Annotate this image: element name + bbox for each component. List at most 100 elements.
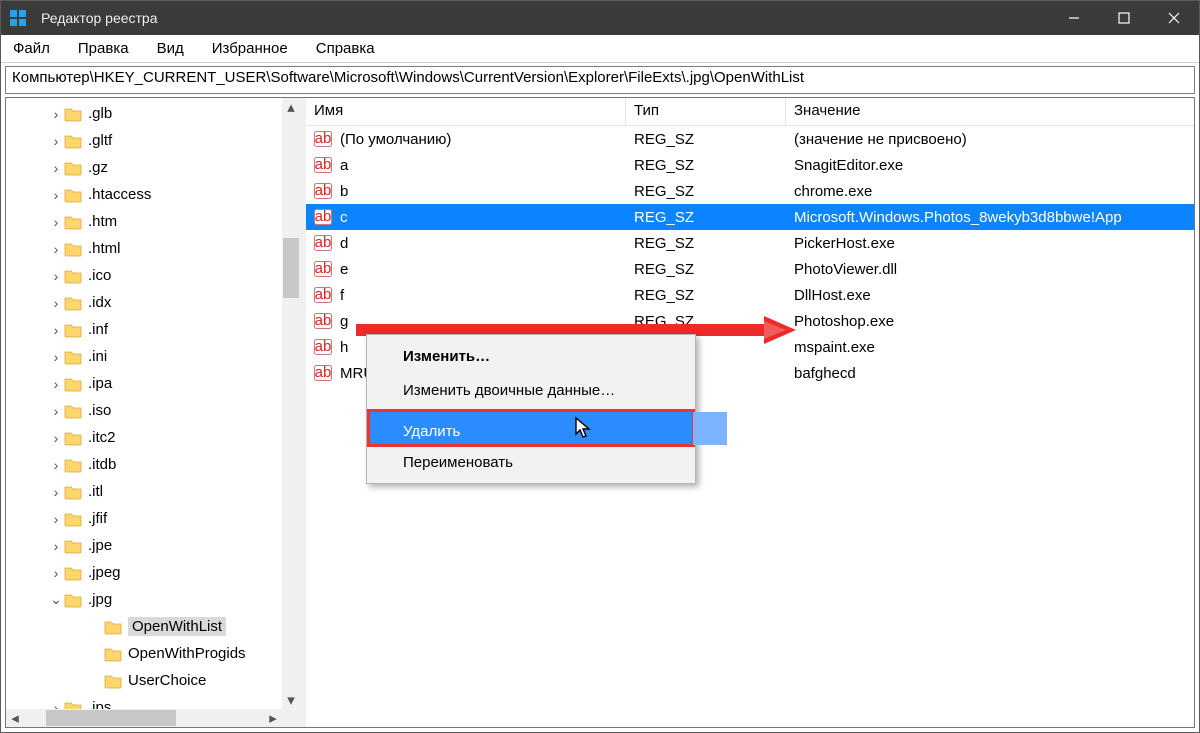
address-bar[interactable]: Компьютер\HKEY_CURRENT_USER\Software\Mic…: [5, 66, 1195, 94]
tree-item[interactable]: UserChoice: [6, 667, 282, 694]
minimize-button[interactable]: [1049, 1, 1099, 35]
svg-text:ab: ab: [315, 183, 332, 199]
chevron-right-icon[interactable]: ›: [48, 700, 64, 710]
value-row[interactable]: abcREG_SZMicrosoft.Windows.Photos_8wekyb…: [306, 204, 1194, 230]
chevron-right-icon[interactable]: ›: [48, 133, 64, 149]
menubar: Файл Правка Вид Избранное Справка: [1, 35, 1199, 63]
chevron-right-icon[interactable]: ›: [48, 160, 64, 176]
value-name: f: [340, 287, 344, 304]
tree-item[interactable]: ›.ipa: [6, 370, 282, 397]
scroll-left-icon[interactable]: ◂: [6, 709, 24, 727]
value-row[interactable]: abgREG_SZPhotoshop.exe: [306, 308, 1194, 334]
tree-item[interactable]: OpenWithList: [6, 613, 282, 640]
folder-icon: [64, 376, 82, 392]
tree-item[interactable]: › .jpe: [6, 532, 282, 559]
chevron-right-icon[interactable]: ›: [48, 565, 64, 581]
chevron-right-icon[interactable]: ›: [48, 187, 64, 203]
tree-item-label: .ico: [88, 267, 111, 284]
folder-icon: [64, 484, 82, 500]
tree-item[interactable]: ⌄.jpg: [6, 586, 282, 613]
tree-item[interactable]: ›.jps: [6, 694, 282, 709]
string-value-icon: ab: [314, 339, 332, 355]
tree-item[interactable]: ›.gz: [6, 154, 282, 181]
tree-panel: ›.glb›.gltf›.gz›.htaccess›.htm›.html›.ic…: [6, 98, 300, 727]
tree-item[interactable]: › .html: [6, 235, 282, 262]
chevron-right-icon[interactable]: ›: [48, 268, 64, 284]
tree-item-label: .gltf: [88, 132, 112, 149]
menu-file[interactable]: Файл: [7, 37, 56, 60]
menu-view[interactable]: Вид: [151, 37, 190, 60]
tree-item[interactable]: ›.jpeg: [6, 559, 282, 586]
tree-item[interactable]: OpenWithProgids: [6, 640, 282, 667]
value-row[interactable]: abdREG_SZPickerHost.exe: [306, 230, 1194, 256]
ctx-rename[interactable]: Переименовать: [369, 445, 693, 479]
chevron-right-icon[interactable]: ›: [48, 430, 64, 446]
chevron-right-icon[interactable]: ›: [48, 376, 64, 392]
values-header[interactable]: Имя Тип Значение: [306, 98, 1194, 126]
chevron-right-icon[interactable]: ›: [48, 484, 64, 500]
titlebar[interactable]: Редактор реестра: [1, 1, 1199, 35]
folder-icon: [64, 268, 82, 284]
tree-item-label: .ini: [88, 348, 107, 365]
tree-item[interactable]: ›.jfif: [6, 505, 282, 532]
close-button[interactable]: [1149, 1, 1199, 35]
tree-item[interactable]: › .gltf: [6, 127, 282, 154]
tree-item[interactable]: ›.htm: [6, 208, 282, 235]
chevron-right-icon[interactable]: ›: [48, 538, 64, 554]
column-data[interactable]: Значение: [786, 98, 1194, 125]
scroll-right-icon[interactable]: ▸: [264, 709, 282, 727]
chevron-right-icon[interactable]: ›: [48, 457, 64, 473]
scroll-thumb[interactable]: [283, 238, 299, 298]
scroll-thumb[interactable]: [46, 710, 176, 726]
tree-item[interactable]: ›.inf: [6, 316, 282, 343]
value-name: e: [340, 261, 348, 278]
tree-vertical-scrollbar[interactable]: ▴ ▾: [282, 98, 300, 709]
tree-item[interactable]: ›.idx: [6, 289, 282, 316]
maximize-button[interactable]: [1099, 1, 1149, 35]
ctx-delete[interactable]: Удалить: [369, 411, 693, 445]
column-type[interactable]: Тип: [626, 98, 786, 125]
value-row[interactable]: abbREG_SZchrome.exe: [306, 178, 1194, 204]
tree-item-label: .jpe: [88, 537, 112, 554]
tree-item[interactable]: › .ini: [6, 343, 282, 370]
folder-icon: [104, 673, 122, 689]
tree-item[interactable]: ›.itc2: [6, 424, 282, 451]
tree-item-label: .html: [88, 240, 121, 257]
tree-item-label: .htaccess: [88, 186, 151, 203]
chevron-right-icon[interactable]: ›: [48, 511, 64, 527]
scroll-down-icon[interactable]: ▾: [282, 691, 300, 709]
tree-item[interactable]: › .ico: [6, 262, 282, 289]
value-type: REG_SZ: [626, 287, 786, 304]
value-type: REG_SZ: [626, 183, 786, 200]
menu-help[interactable]: Справка: [310, 37, 381, 60]
chevron-right-icon[interactable]: ›: [48, 106, 64, 122]
tree-item[interactable]: ›.itl: [6, 478, 282, 505]
tree-item[interactable]: ›.itdb: [6, 451, 282, 478]
ctx-modify[interactable]: Изменить…: [369, 339, 693, 373]
value-row[interactable]: abeREG_SZPhotoViewer.dll: [306, 256, 1194, 282]
scroll-up-icon[interactable]: ▴: [282, 98, 300, 116]
tree-item[interactable]: ›.iso: [6, 397, 282, 424]
value-row[interactable]: ab(По умолчанию)REG_SZ(значение не присв…: [306, 126, 1194, 152]
value-data: (значение не присвоено): [786, 131, 1194, 148]
value-name: g: [340, 313, 348, 330]
ctx-modify-binary[interactable]: Изменить двоичные данные…: [369, 373, 693, 407]
chevron-right-icon[interactable]: ›: [48, 349, 64, 365]
column-name[interactable]: Имя: [306, 98, 626, 125]
tree-horizontal-scrollbar[interactable]: ◂ ▸: [6, 709, 282, 727]
chevron-right-icon[interactable]: ›: [48, 214, 64, 230]
chevron-right-icon[interactable]: ›: [48, 241, 64, 257]
value-row[interactable]: abfREG_SZDllHost.exe: [306, 282, 1194, 308]
chevron-down-icon[interactable]: ⌄: [48, 592, 64, 608]
registry-tree[interactable]: ›.glb›.gltf›.gz›.htaccess›.htm›.html›.ic…: [6, 98, 282, 709]
value-name: (По умолчанию): [340, 131, 451, 148]
chevron-right-icon[interactable]: ›: [48, 322, 64, 338]
value-row[interactable]: abaREG_SZSnagitEditor.exe: [306, 152, 1194, 178]
folder-icon: [64, 457, 82, 473]
menu-favorites[interactable]: Избранное: [206, 37, 294, 60]
chevron-right-icon[interactable]: ›: [48, 295, 64, 311]
tree-item[interactable]: ›.glb: [6, 100, 282, 127]
tree-item[interactable]: › .htaccess: [6, 181, 282, 208]
menu-edit[interactable]: Правка: [72, 37, 135, 60]
chevron-right-icon[interactable]: ›: [48, 403, 64, 419]
